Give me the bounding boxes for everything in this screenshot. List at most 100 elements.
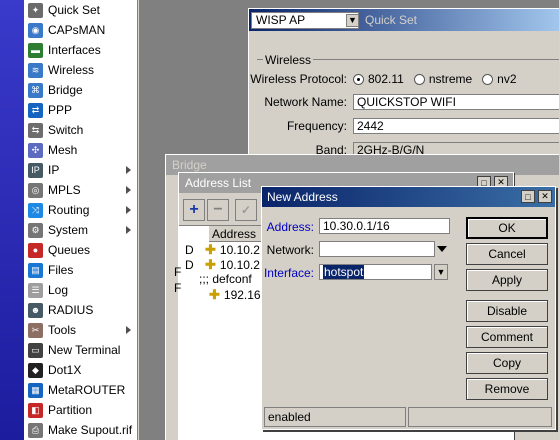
submenu-arrow-icon (126, 166, 131, 174)
maximize-icon[interactable]: □ (521, 190, 535, 203)
status-bar-secondary (408, 407, 552, 427)
routing-icon: ⤨ (28, 202, 43, 218)
sidebar-item-quick-set[interactable]: ✦ Quick Set (24, 0, 137, 20)
sidebar-item-wireless[interactable]: ≋ Wireless (24, 60, 137, 80)
protocol-radio-nv2[interactable]: nv2 (482, 72, 517, 86)
sidebar-item-label: System (48, 223, 89, 237)
queues-icon: ● (28, 242, 43, 258)
sidebar-item-switch[interactable]: ⇆ Switch (24, 120, 137, 140)
protocol-radio-nstreme[interactable]: nstreme (413, 72, 472, 86)
wireless-protocol-radios: 802.11 nstreme nv2 (353, 72, 527, 86)
chevron-down-icon[interactable] (437, 246, 447, 252)
sidebar-item-radius[interactable]: ☻ RADIUS (24, 300, 137, 320)
sidebar-item-label: Queues (48, 243, 91, 257)
row-address: 192.16 (223, 288, 261, 302)
sidebar-item-dot1x[interactable]: ◆ Dot1X (24, 360, 137, 380)
sidebar-item-tools[interactable]: ✂ Tools (24, 320, 137, 340)
row-flag: D (185, 258, 194, 272)
network-input[interactable] (319, 241, 435, 257)
sidebar-item-mpls[interactable]: ◎ MPLS (24, 180, 137, 200)
sidebar-menu: ✦ Quick Set ◉ CAPsMAN ▬ Interfaces ≋ Wireless ⌘ B… (24, 0, 138, 440)
ok-button[interactable]: OK (466, 217, 548, 239)
copy-button[interactable]: Copy (466, 352, 548, 374)
row-flag: D (185, 243, 194, 257)
dot1x-icon: ◆ (28, 362, 43, 378)
chevron-down-icon[interactable]: ▼ (346, 14, 359, 27)
quickset-mode-select[interactable]: WISP AP ▼ (251, 12, 359, 29)
address-icon: ✚ (205, 257, 216, 272)
table-row[interactable]: D ✚ 10.10.2 (185, 257, 260, 273)
address-label: Address: (266, 220, 314, 234)
quickset-mode-value: WISP AP (256, 13, 306, 27)
submenu-arrow-icon (126, 226, 131, 234)
sidebar-item-mesh[interactable]: ✣ Mesh (24, 140, 137, 160)
table-row[interactable]: D ✚ 10.10.2 (185, 242, 260, 258)
sidebar-item-label: Make Supout.rif (48, 423, 133, 437)
enable-check-icon[interactable]: ✓ (235, 199, 257, 221)
column-header-address[interactable]: Address (209, 226, 269, 242)
interface-select[interactable]: hotspot (319, 264, 432, 280)
radius-icon: ☻ (28, 302, 43, 318)
sidebar-item-label: New Terminal (48, 343, 121, 357)
sidebar-item-interfaces[interactable]: ▬ Interfaces (24, 40, 137, 60)
sidebar-item-capsman[interactable]: ◉ CAPsMAN (24, 20, 137, 40)
sidebar-item-label: Mesh (48, 143, 78, 157)
sidebar-item-metarouter[interactable]: ▦ MetaROUTER (24, 380, 137, 400)
disable-button[interactable]: Disable (466, 300, 548, 322)
network-name-label: Network Name: (264, 95, 347, 109)
sidebar-item-label: IP (48, 163, 60, 177)
frequency-label: Frequency: (286, 119, 347, 133)
sidebar-item-bridge[interactable]: ⌘ Bridge (24, 80, 137, 100)
terminal-icon: ▭ (28, 342, 43, 358)
sidebar-item-partition[interactable]: ◧ Partition (24, 400, 137, 420)
sidebar-item-label: RADIUS (48, 303, 94, 317)
remove-icon[interactable]: − (207, 199, 229, 221)
sidebar-item-log[interactable]: ☰ Log (24, 280, 137, 300)
sidebar-item-ip[interactable]: IP IP (24, 160, 137, 180)
quickset-window: WISP AP ▼ Quick Set Wireless Wireless Pr… (248, 8, 559, 168)
submenu-arrow-icon (126, 206, 131, 214)
sidebar-item-ppp[interactable]: ⇄ PPP (24, 100, 137, 120)
sidebar-item-files[interactable]: ▤ Files (24, 260, 137, 280)
address-input[interactable]: 10.30.0.1/16 (319, 218, 450, 234)
sidebar-item-label: Log (48, 283, 69, 297)
sidebar-item-new-terminal[interactable]: ▭ New Terminal (24, 340, 137, 360)
add-icon[interactable]: + (183, 199, 205, 221)
sidebar-item-queues[interactable]: ● Queues (24, 240, 137, 260)
sidebar-item-label: MetaROUTER (48, 383, 126, 397)
sidebar-item-label: Bridge (48, 83, 83, 97)
capsman-icon: ◉ (28, 22, 43, 38)
row-comment: ;;; defconf (199, 272, 252, 286)
dropdown-arrow-icon[interactable]: ▼ (434, 264, 448, 280)
interface-label: Interface: (263, 266, 314, 280)
interface-value: hotspot (323, 265, 365, 279)
submenu-arrow-icon (126, 326, 131, 334)
wireless-protocol-label: Wireless Protocol: (250, 72, 347, 86)
network-name-input[interactable]: QUICKSTOP WIFI (353, 94, 559, 110)
sidebar-item-make-supout-rif[interactable]: ⎙ Make Supout.rif (24, 420, 137, 440)
frequency-input[interactable]: 2442 (353, 118, 559, 134)
sidebar-item-label: Tools (48, 323, 77, 337)
sidebar-item-label: Interfaces (48, 43, 101, 57)
switch-icon: ⇆ (28, 122, 43, 138)
wireless-icon: ≋ (28, 62, 43, 78)
table-row[interactable]: ✚ 192.16 (209, 287, 261, 303)
close-icon[interactable]: ✕ (538, 190, 552, 203)
sidebar-item-label: Partition (48, 403, 93, 417)
sidebar-item-routing[interactable]: ⤨ Routing (24, 200, 137, 220)
apply-button[interactable]: Apply (466, 269, 548, 291)
protocol-radio-80211[interactable]: 802.11 (353, 72, 404, 86)
interfaces-icon: ▬ (28, 42, 43, 58)
comment-button[interactable]: Comment (466, 326, 548, 348)
bridge-row-flag: F (174, 265, 182, 279)
remove-button[interactable]: Remove (466, 378, 548, 400)
sidebar-item-label: Dot1X (48, 363, 82, 377)
address-icon: ✚ (205, 242, 216, 257)
metarouter-icon: ▦ (28, 382, 43, 398)
files-icon: ▤ (28, 262, 43, 278)
row-address: 10.10.2 (219, 243, 260, 257)
mesh-icon: ✣ (28, 142, 43, 158)
sidebar-item-system[interactable]: ⚙ System (24, 220, 137, 240)
cancel-button[interactable]: Cancel (466, 243, 548, 265)
network-label: Network: (266, 243, 314, 257)
